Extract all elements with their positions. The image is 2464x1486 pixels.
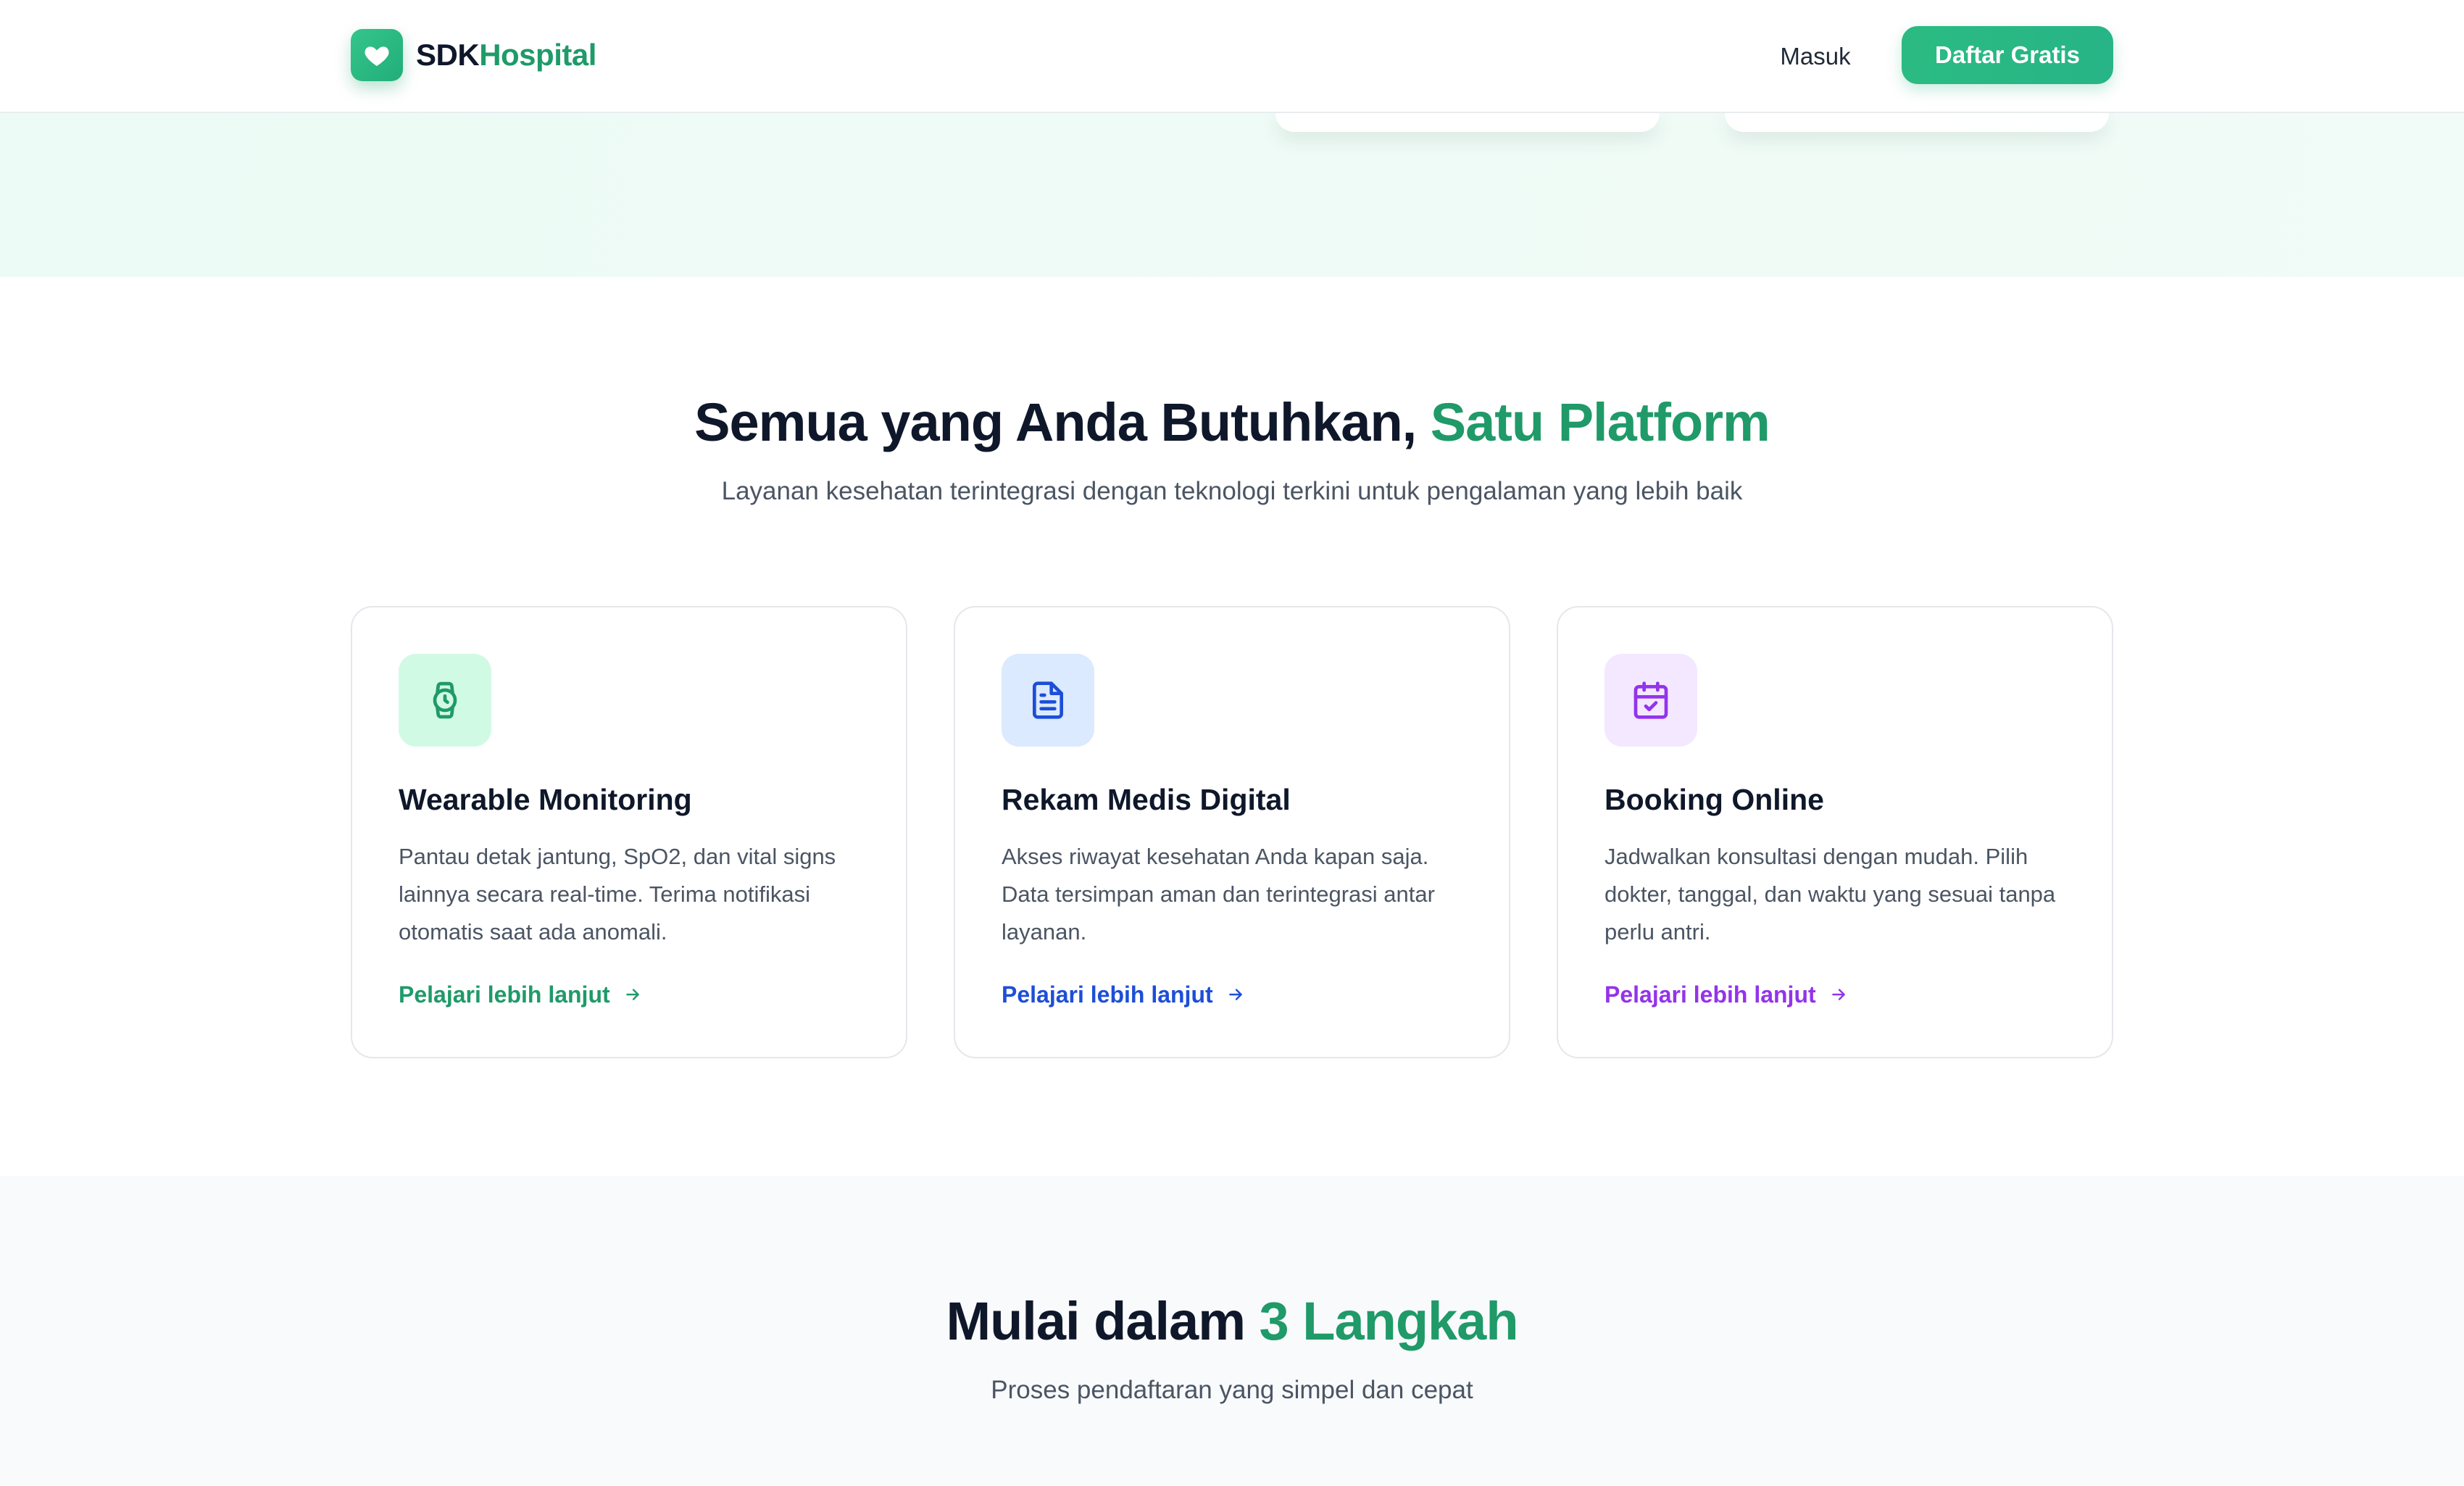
arrow-right-icon <box>1226 985 1245 1004</box>
steps-subtitle: Proses pendaftaran yang simpel dan cepat <box>991 1376 1473 1404</box>
steps-section: Mulai dalam 3 Langkah Proses pendaftaran… <box>0 1176 2464 1486</box>
steps-title-accent: 3 Langkah <box>1259 1291 1519 1351</box>
hero-card-shadow <box>1275 113 1660 132</box>
brand-name-sdk: SDK <box>416 38 480 72</box>
card-description: Jadwalkan konsultasi dengan mudah. Pilih… <box>1604 844 2056 945</box>
features-title: Semua yang Anda Butuhkan, Satu Platform <box>0 391 2464 453</box>
heart-icon <box>351 29 403 81</box>
arrow-right-icon <box>1829 985 1848 1004</box>
learn-more-link[interactable]: Pelajari lebih lanjut <box>399 979 642 1010</box>
learn-more-link[interactable]: Pelajari lebih lanjut <box>1604 979 1848 1010</box>
brand-logo-link[interactable]: SDKHospital <box>351 29 596 81</box>
document-icon <box>1002 654 1094 747</box>
login-link[interactable]: Masuk <box>1768 38 1862 75</box>
features-title-accent: Satu Platform <box>1430 392 1770 452</box>
features-subtitle: Layanan kesehatan terintegrasi dengan te… <box>721 477 1743 505</box>
features-title-main: Semua yang Anda Butuhkan, <box>694 392 1431 452</box>
card-title: Rekam Medis Digital <box>1002 783 1291 816</box>
brand-name-hospital: Hospital <box>479 38 596 72</box>
brand-name: SDKHospital <box>416 38 596 72</box>
learn-more-label: Pelajari lebih lanjut <box>1604 981 1816 1008</box>
learn-more-label: Pelajari lebih lanjut <box>399 981 610 1008</box>
watch-icon <box>399 654 491 747</box>
arrow-right-icon <box>623 985 642 1004</box>
calendar-check-icon <box>1604 654 1697 747</box>
card-title: Booking Online <box>1604 783 1824 816</box>
steps-title-main: Mulai dalam <box>946 1291 1260 1351</box>
learn-more-label: Pelajari lebih lanjut <box>1002 981 1213 1008</box>
feature-card-booking: Booking Online Jadwalkan konsultasi deng… <box>1557 606 2113 1058</box>
hero-card-shadow <box>1725 113 2109 132</box>
hero-section-bottom <box>0 113 2464 277</box>
card-title: Wearable Monitoring <box>399 783 692 816</box>
card-description: Akses riwayat kesehatan Anda kapan saja.… <box>1002 844 1435 945</box>
steps-title: Mulai dalam 3 Langkah <box>0 1290 2464 1352</box>
learn-more-link[interactable]: Pelajari lebih lanjut <box>1002 979 1245 1010</box>
feature-card-wearable: Wearable Monitoring Pantau detak jantung… <box>351 606 907 1058</box>
feature-card-medical-records: Rekam Medis Digital Akses riwayat keseha… <box>954 606 1510 1058</box>
card-description: Pantau detak jantung, SpO2, dan vital si… <box>399 844 836 945</box>
top-navbar: SDKHospital Masuk Daftar Gratis <box>0 0 2464 113</box>
signup-button[interactable]: Daftar Gratis <box>1902 26 2113 84</box>
